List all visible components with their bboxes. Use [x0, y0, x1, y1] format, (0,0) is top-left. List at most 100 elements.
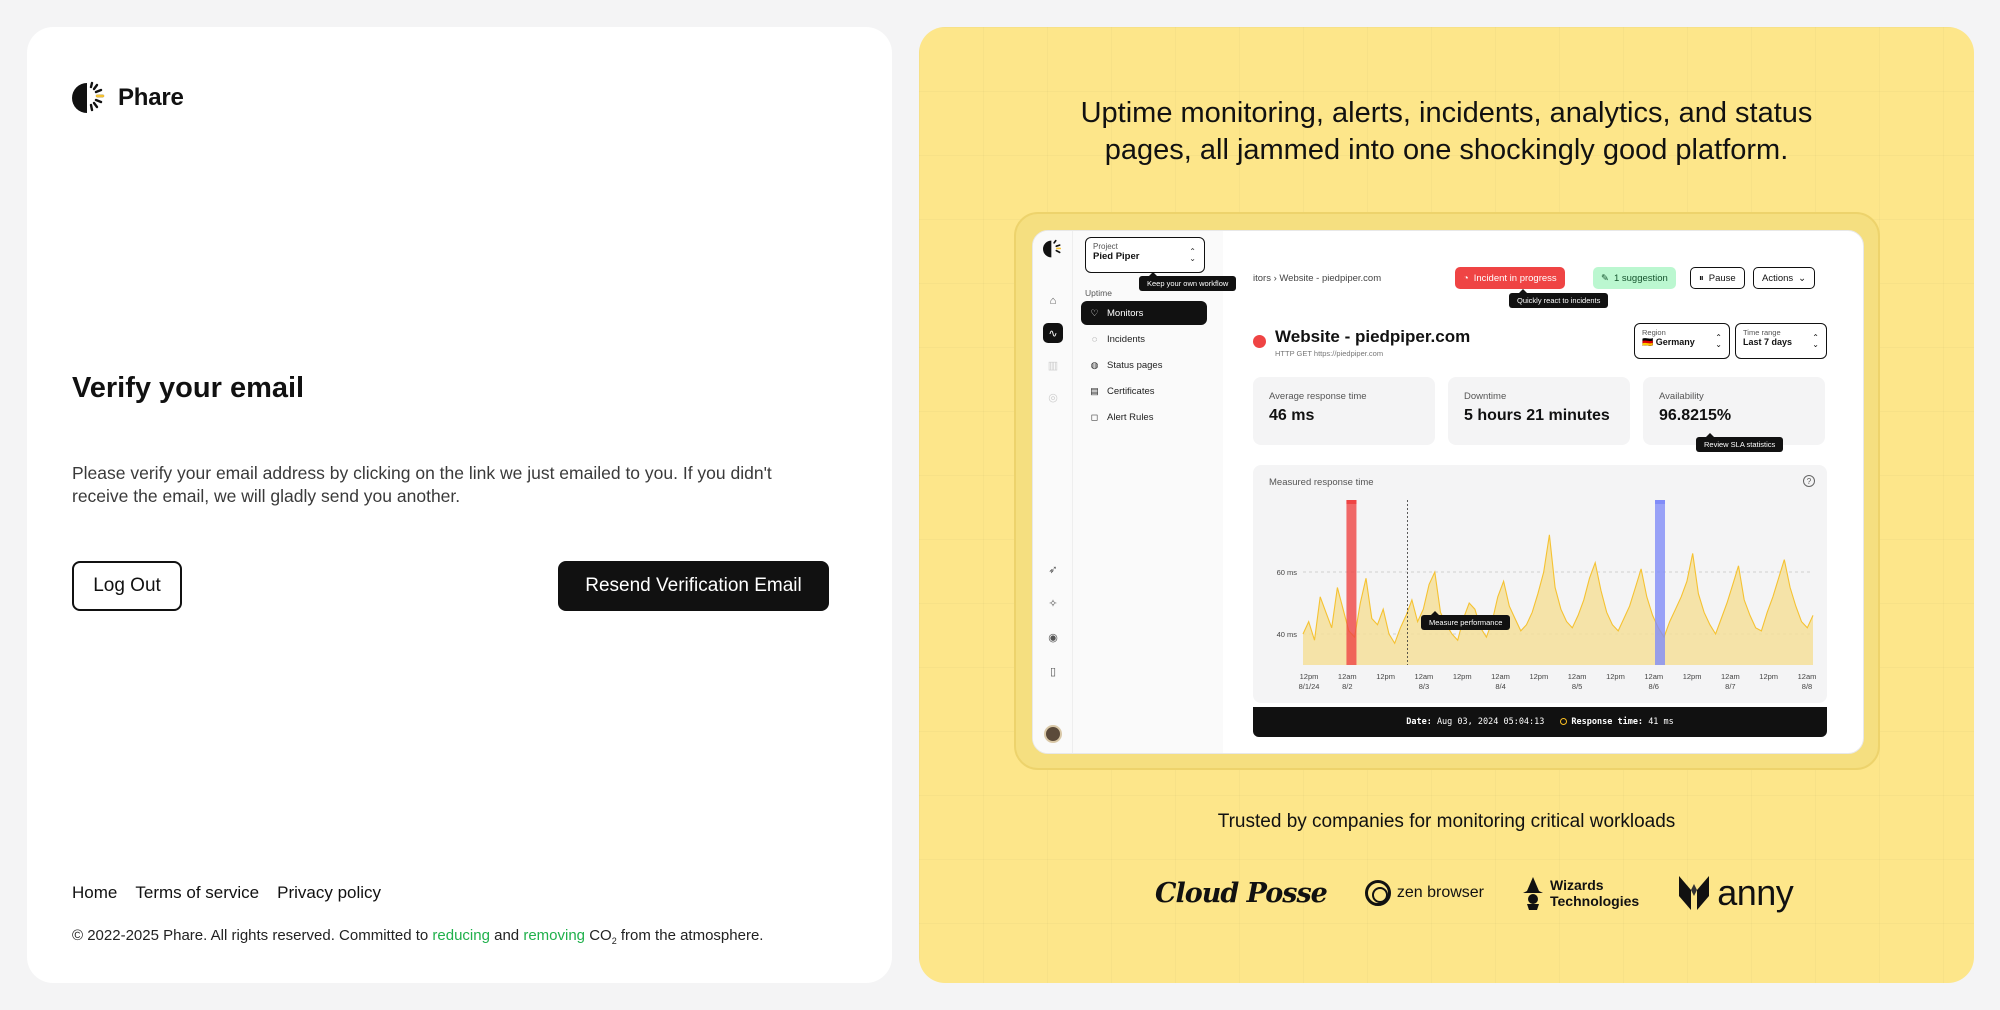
chevron-updown-icon: ⌃ ⌄ [1812, 333, 1819, 349]
x-tick-label: 12pm [1759, 672, 1778, 681]
rocket-icon[interactable]: ➶ [1043, 559, 1063, 579]
x-tick-label: 12am [1644, 672, 1663, 681]
incident-band [1346, 500, 1357, 665]
incident-band-cap [1655, 500, 1665, 504]
wizards-line-2: Technologies [1550, 893, 1640, 909]
sidebar-item-label: Certificates [1107, 385, 1155, 397]
sidebar-item-incidents[interactable]: ◌ Incidents [1081, 327, 1207, 351]
x-tick-date-label: 8/2 [1342, 682, 1352, 691]
alert-icon: ◔ [1463, 272, 1469, 284]
stat-availability[interactable]: Availability 96.8215% [1643, 377, 1825, 445]
time-range-select[interactable]: Time range Last 7 days ⌃ ⌄ [1735, 323, 1827, 359]
phare-logo-icon [1043, 239, 1062, 258]
chevron-down-icon: ⌄ [1798, 272, 1807, 284]
breadcrumb[interactable]: itors › Website - piedpiper.com [1253, 273, 1381, 284]
support-icon[interactable]: ◉ [1043, 627, 1063, 647]
avatar[interactable] [1044, 725, 1062, 743]
heart-pulse-icon: ♡ [1090, 307, 1099, 318]
tooltip-incidents: Quickly react to incidents [1509, 289, 1609, 308]
footer-link-terms[interactable]: Terms of service [135, 883, 259, 903]
chart-canvas: 60 ms40 ms12pm8/1/2412am8/212pm 12am8/312… [1277, 500, 1816, 691]
pause-label: Pause [1708, 272, 1736, 284]
stat-value: 96.8215% [1659, 407, 1732, 424]
brand-logo[interactable]: Phare [72, 80, 184, 116]
region-label: Region [1642, 328, 1666, 337]
y-tick-label: 40 ms [1277, 630, 1298, 639]
docs-icon[interactable]: ▯ [1043, 661, 1063, 681]
sparkle-icon[interactable]: ✧ [1043, 593, 1063, 613]
copyright-and: and [489, 927, 524, 944]
bell-icon: ◻ [1090, 411, 1099, 422]
actions-dropdown[interactable]: Actions ⌄ [1753, 267, 1816, 289]
stat-avg-response: Average response time 46 ms [1253, 377, 1435, 445]
sidebar-item-label: Status pages [1107, 359, 1163, 371]
footer-link-privacy[interactable]: Privacy policy [277, 883, 381, 903]
x-tick-label: 12pm [1376, 672, 1395, 681]
project-label: Project [1093, 242, 1118, 251]
x-tick-date-label: 8/8 [1802, 682, 1812, 691]
home-icon[interactable]: ⌂ [1043, 291, 1063, 311]
x-tick-label: 12pm [1529, 672, 1548, 681]
x-tick-label: 12pm [1453, 672, 1472, 681]
sidebar-item-label: Monitors [1107, 307, 1144, 319]
readout-response: Response time: 41 ms [1560, 717, 1674, 727]
tooltip-workflow: Keep your own workflow [1139, 272, 1237, 291]
sidebar-item-monitors[interactable]: ♡ Monitors [1081, 301, 1207, 325]
stat-label: Downtime [1464, 391, 1507, 402]
copyright: © 2022-2025 Phare. All rights reserved. … [72, 927, 763, 946]
anny-logo: anny [1677, 872, 1794, 914]
sidebar-item-status-pages[interactable]: ◍ Status pages [1081, 353, 1207, 377]
customer-logos: Cloud Posse zen browser Wizards Technolo… [1155, 872, 1794, 914]
region-value: 🇩🇪 Germany [1642, 337, 1695, 347]
trusted-by-text: Trusted by companies for monitoring crit… [1217, 811, 1676, 832]
time-range-label: Time range [1743, 328, 1781, 337]
stat-value: 46 ms [1269, 407, 1315, 424]
actions-label: Actions [1762, 272, 1794, 284]
project-selector[interactable]: Project Pied Piper ⌃ ⌄ [1085, 237, 1205, 273]
reducing-link[interactable]: reducing [432, 927, 490, 944]
certificate-icon: ▤ [1090, 385, 1099, 396]
stat-label: Availability [1659, 391, 1704, 402]
brand-name: Phare [118, 84, 184, 111]
sidebar-item-label: Incidents [1107, 333, 1146, 345]
region-select[interactable]: Region 🇩🇪 Germany ⌃ ⌄ [1634, 323, 1730, 359]
pulse-icon[interactable]: ∿ [1043, 323, 1063, 343]
resend-verification-button[interactable]: Resend Verification Email [558, 561, 829, 611]
monitor-title: Website - piedpiper.com [1275, 327, 1471, 346]
mock-icon-rail: ⌂ ∿ ▥ ◎ ➶ ✧ ◉ ▯ [1033, 231, 1073, 753]
response-time-chart[interactable]: Measured response time ? 60 ms 40 ms 12pm 8… [1253, 465, 1827, 703]
x-tick-date-label: 8/1/24 [1299, 682, 1320, 691]
tooltip-performance: Measure performance [1421, 611, 1511, 630]
chart-readout: Date: Aug 03, 2024 05:04:13 Response tim… [1253, 707, 1827, 737]
x-tick-date-label: 8/3 [1419, 682, 1429, 691]
incident-in-progress-button[interactable]: ◔ Incident in progress [1455, 267, 1565, 289]
y-tick-label: 60 ms [1277, 568, 1298, 577]
copyright-suffix: from the atmosphere. [616, 927, 764, 944]
x-tick-label: 12am [1338, 672, 1357, 681]
monitor-url: HTTP GET https://piedpiper.com [1275, 349, 1384, 358]
series-dot-icon [1560, 718, 1568, 725]
x-tick-label: 12pm [1606, 672, 1625, 681]
promo-headline: Uptime monitoring, alerts, incidents, an… [999, 95, 1894, 169]
wizard-hat-icon [1523, 877, 1543, 910]
pause-icon: ⏸ [1699, 272, 1704, 284]
phare-logo-icon [72, 81, 105, 113]
suggestion-button[interactable]: ✎ 1 suggestion [1593, 267, 1676, 289]
status-indicator [1253, 335, 1266, 348]
sidebar-item-alert-rules[interactable]: ◻ Alert Rules [1081, 405, 1207, 429]
globe-icon[interactable]: ◎ [1043, 387, 1063, 407]
sidebar-item-certificates[interactable]: ▤ Certificates [1081, 379, 1207, 403]
logout-button[interactable]: Log Out [72, 561, 182, 611]
suggestion-pill-label: 1 suggestion [1613, 272, 1668, 284]
time-range-value: Last 7 days [1743, 337, 1793, 347]
copyright-prefix: © 2022-2025 Phare. All rights reserved. … [72, 927, 433, 944]
x-tick-label: 12am [1721, 672, 1740, 681]
analytics-icon[interactable]: ▥ [1043, 355, 1063, 375]
pause-button[interactable]: ⏸ Pause [1690, 267, 1745, 289]
mock-sidebar: Project Pied Piper ⌃ ⌄ Keep your own work… [1073, 231, 1237, 753]
nav-section-uptime: Uptime [1085, 288, 1112, 298]
anny-mark-icon [1679, 876, 1710, 910]
footer-link-home[interactable]: Home [72, 883, 117, 903]
x-tick-label: 12am [1491, 672, 1510, 681]
removing-link[interactable]: removing [523, 927, 585, 944]
